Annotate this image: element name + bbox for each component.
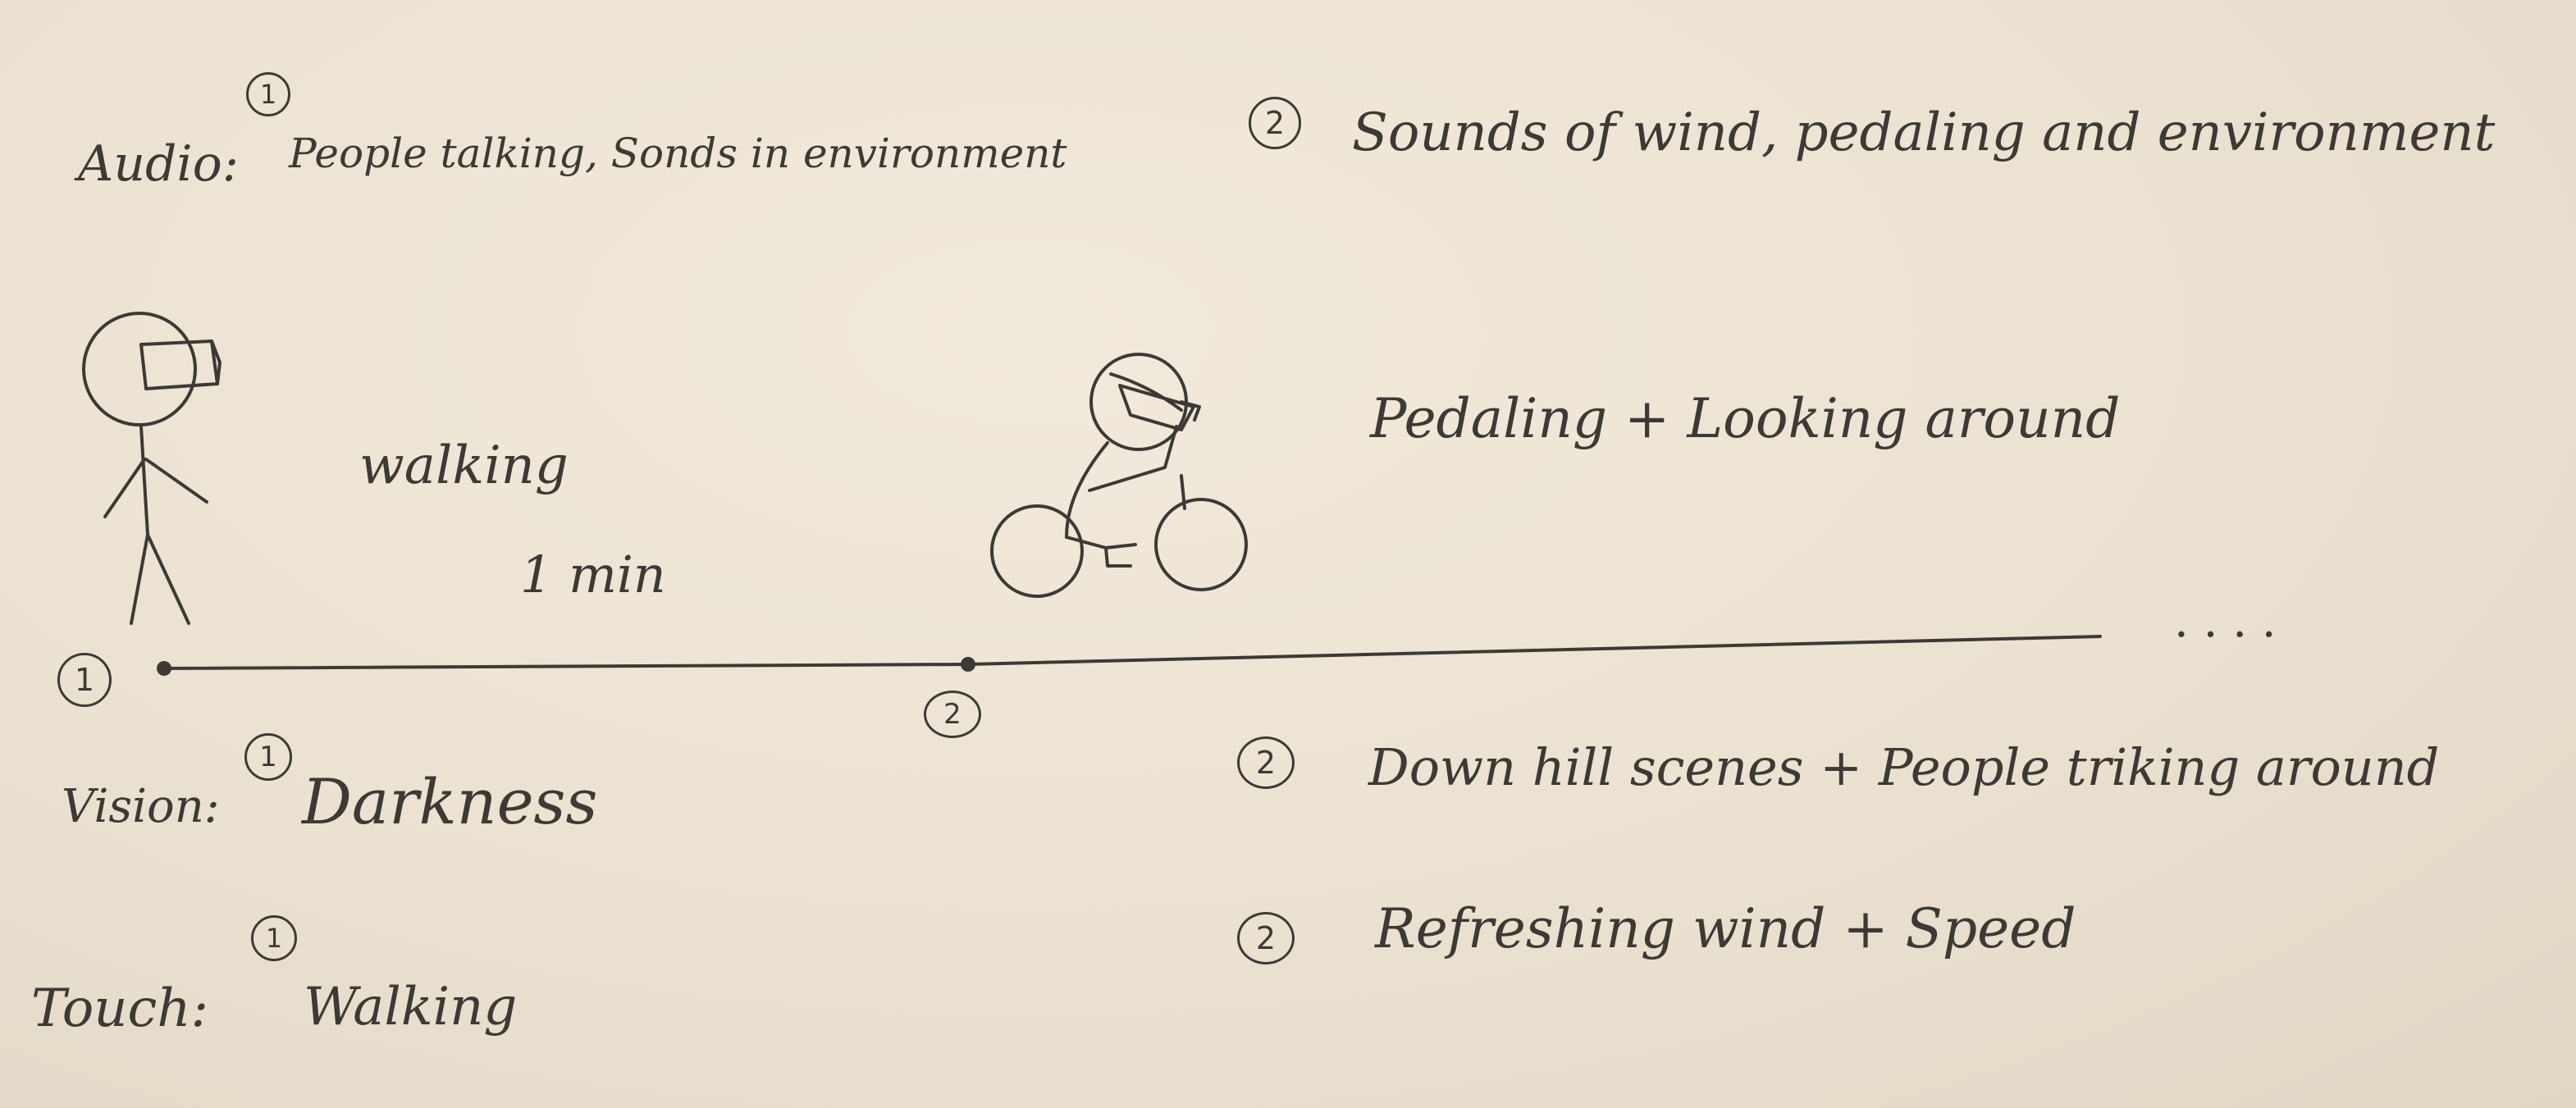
timeline-mid-marker: 2 — [924, 691, 981, 738]
timeline-start-point — [157, 661, 171, 676]
vision-stage1-text: Darkness — [302, 765, 598, 838]
touch-stage2-marker: 2 — [1237, 912, 1295, 964]
vr-headset-walker-icon — [82, 312, 222, 625]
vision-stage2-text: Down hill scenes + People triking around — [1368, 737, 2440, 797]
audio-stage1-text: People talking, Sonds in environment — [289, 130, 1067, 177]
timeline-start-marker: 1 — [57, 653, 112, 707]
vision-stage1-marker: 1 — [244, 733, 292, 781]
audio-label: Audio: — [78, 135, 239, 193]
vr-headset-cyclist-icon — [990, 353, 1248, 598]
vision-stage2-marker: 2 — [1237, 736, 1295, 789]
touch-stage1-marker: 1 — [251, 915, 297, 961]
walk-duration-label: 1 min — [520, 545, 666, 604]
audio-stage2-text: Sounds of wind, pedaling and environment — [1352, 103, 2496, 163]
audio-stage2-marker: 2 — [1249, 97, 1301, 149]
bike-action-label: Pedaling + Looking around — [1370, 387, 2121, 450]
touch-label: Touch: — [31, 978, 209, 1039]
timeline-continuation: . . . . — [2174, 595, 2277, 648]
timeline-mid-point — [961, 657, 975, 672]
audio-stage1-marker: 1 — [246, 72, 290, 116]
touch-stage1-text: Walking — [304, 977, 518, 1037]
vision-label: Vision: — [62, 780, 220, 833]
timeline — [157, 635, 2102, 676]
walk-action-label: walking — [359, 435, 569, 496]
touch-stage2-text: Refreshing wind + Speed — [1375, 897, 2076, 960]
